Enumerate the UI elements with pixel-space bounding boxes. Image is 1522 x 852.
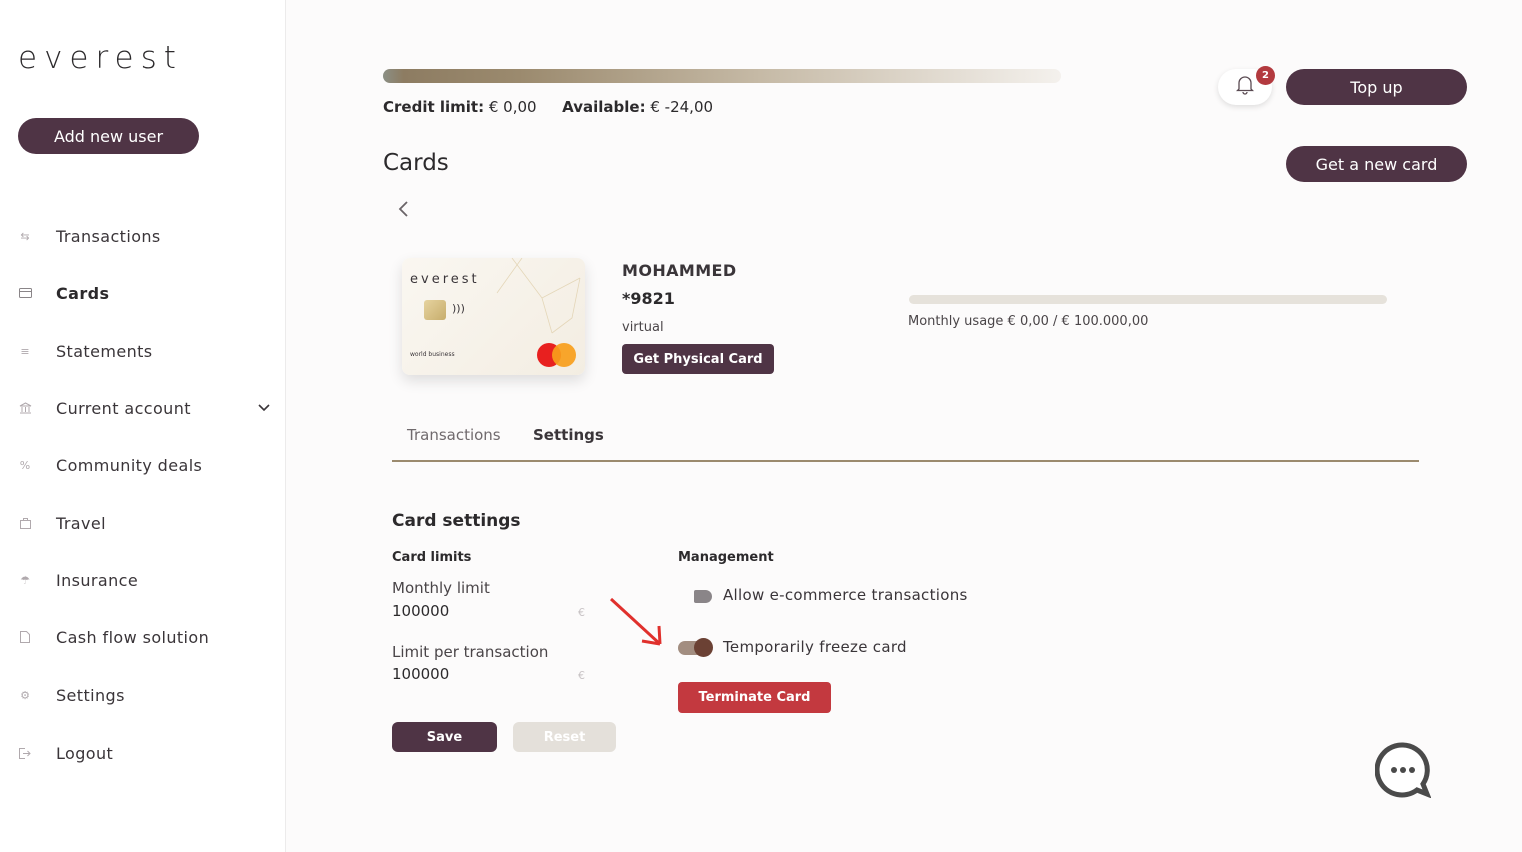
- sidebar-item-cash-flow-solution[interactable]: Cash flow solution: [18, 622, 278, 652]
- contactless-icon: ))): [452, 302, 465, 315]
- monthly-limit-label: Monthly limit: [392, 579, 490, 597]
- sidebar-item-label: Insurance: [56, 570, 139, 590]
- sidebar-item-logout[interactable]: Logout: [18, 738, 278, 768]
- everest-logo[interactable]: everest: [18, 40, 183, 76]
- bank-icon: [18, 401, 32, 415]
- card-brand: everest: [410, 272, 480, 287]
- limit-per-transaction-currency: €: [578, 669, 585, 682]
- card-type: virtual: [622, 320, 664, 335]
- sidebar-item-label: Logout: [56, 743, 114, 763]
- card-icon: [18, 286, 32, 300]
- mastercard-logo: [537, 343, 577, 367]
- sidebar-item-label: Cash flow solution: [56, 627, 210, 647]
- sidebar-item-insurance[interactable]: ☂ Insurance: [18, 565, 278, 595]
- sidebar-item-label: Settings: [56, 685, 125, 705]
- sidebar-item-settings[interactable]: ⚙ Settings: [18, 680, 278, 710]
- get-physical-card-button[interactable]: Get Physical Card: [622, 344, 774, 374]
- page-title: Cards: [383, 150, 449, 176]
- sidebar-item-current-account[interactable]: Current account: [18, 393, 278, 423]
- chevron-down-icon[interactable]: [258, 401, 270, 415]
- card-settings-title: Card settings: [392, 511, 521, 531]
- sidebar-item-travel[interactable]: Travel: [18, 508, 278, 538]
- available-label: Available:: [562, 98, 646, 116]
- get-new-card-button[interactable]: Get a new card: [1286, 146, 1467, 182]
- monthly-limit-currency: €: [578, 606, 585, 619]
- sidebar-item-cards[interactable]: Cards: [18, 278, 278, 308]
- sidebar-item-label: Cards: [56, 283, 110, 303]
- top-up-button[interactable]: Top up: [1286, 69, 1467, 105]
- sidebar-item-label: Transactions: [56, 226, 161, 246]
- tab-transactions[interactable]: Transactions: [407, 426, 501, 444]
- logout-icon: [18, 746, 32, 760]
- card-line-label: world business: [410, 351, 455, 358]
- sidebar-item-statements[interactable]: ≡ Statements: [18, 336, 278, 366]
- bell-icon: [1235, 75, 1255, 99]
- freeze-card-toggle[interactable]: [678, 638, 713, 657]
- ecommerce-toggle-row[interactable]: Allow e-commerce transactions: [678, 586, 978, 608]
- available-value: € -24,00: [650, 98, 714, 116]
- sidebar-item-label: Community deals: [56, 455, 203, 475]
- ecommerce-toggle[interactable]: [694, 590, 712, 603]
- percent-icon: %: [19, 458, 31, 472]
- sidebar-item-label: Current account: [56, 398, 191, 418]
- sidebar-item-transactions[interactable]: ⇆ Transactions: [18, 221, 278, 251]
- limit-per-transaction-input[interactable]: [392, 665, 588, 683]
- sidebar-item-label: Travel: [56, 513, 106, 533]
- document-icon: [18, 630, 32, 644]
- monthly-usage-bar: [909, 295, 1387, 304]
- card-image: everest ))) world business: [402, 258, 585, 375]
- chat-bubble-icon: [1374, 742, 1432, 799]
- notification-badge: 2: [1256, 66, 1275, 85]
- add-new-user-button[interactable]: Add new user: [18, 118, 199, 154]
- sidebar: everest Add new user ⇆ Transactions Card…: [0, 0, 286, 852]
- balance-bar: [383, 69, 1061, 83]
- reset-button[interactable]: Reset: [513, 722, 616, 752]
- chip-icon: [424, 300, 446, 320]
- sidebar-item-community-deals[interactable]: % Community deals: [18, 450, 278, 480]
- freeze-toggle-label: Temporarily freeze card: [723, 638, 907, 656]
- card-holder-name: MOHAMMED: [622, 261, 737, 280]
- back-arrow-icon[interactable]: [394, 199, 414, 219]
- save-button[interactable]: Save: [392, 722, 497, 752]
- tab-settings[interactable]: Settings: [533, 426, 604, 444]
- freeze-toggle-row[interactable]: Temporarily freeze card: [678, 638, 918, 660]
- terminate-card-button[interactable]: Terminate Card: [678, 682, 831, 713]
- gear-icon: ⚙: [20, 688, 30, 702]
- bag-icon: [18, 516, 32, 530]
- sidebar-item-label: Statements: [56, 341, 153, 361]
- transfer-icon: ⇆: [20, 229, 30, 243]
- statements-icon: ≡: [20, 344, 30, 358]
- monthly-limit-input[interactable]: [392, 602, 588, 620]
- card-number: *9821: [622, 289, 675, 308]
- umbrella-icon: ☂: [20, 573, 30, 587]
- chat-button[interactable]: [1374, 742, 1432, 799]
- annotation-arrow-icon: [609, 597, 662, 646]
- monthly-usage-text: Monthly usage € 0,00 / € 100.000,00: [908, 314, 1149, 329]
- ecommerce-toggle-label: Allow e-commerce transactions: [723, 586, 968, 604]
- balance-summary: Credit limit: € 0,00 Available: € -24,00: [383, 98, 713, 116]
- tab-divider: [392, 460, 1419, 462]
- credit-limit-value: € 0,00: [488, 98, 537, 116]
- management-heading: Management: [678, 550, 774, 565]
- credit-limit-label: Credit limit:: [383, 98, 485, 116]
- limit-per-transaction-label: Limit per transaction: [392, 643, 549, 661]
- card-limits-heading: Card limits: [392, 550, 472, 565]
